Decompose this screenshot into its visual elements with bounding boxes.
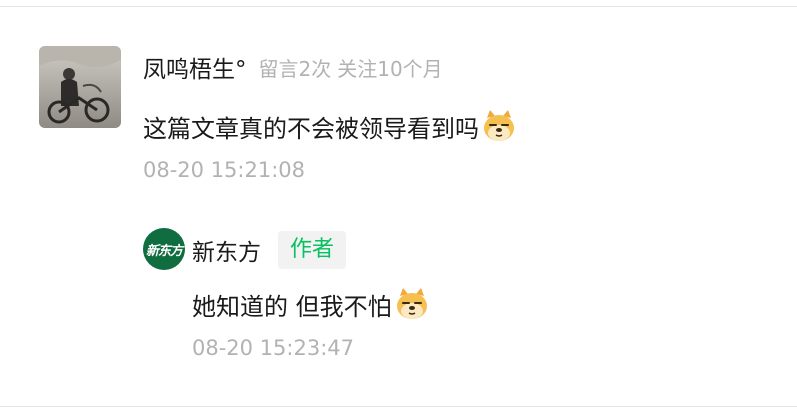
comment-header: 凤鸣梧生° 留言2次 关注10个月 [143,50,443,84]
follow-duration-label: 关注10个月 [337,56,443,81]
author-badge: 作者 [278,231,347,269]
author-name[interactable]: 新东方 [192,233,261,267]
author-avatar[interactable]: 新东方 [143,228,185,270]
reply-text: 她知道的 但我不怕 [192,292,392,321]
author-avatar-logo: 新东方 [145,243,183,259]
reply-timestamp: 08-20 15:23:47 [192,336,355,360]
comment-content: 这篇文章真的不会被领导看到吗 [143,106,517,146]
user-avatar[interactable] [39,46,121,128]
doge-emoji-icon [481,108,517,144]
commenter-nickname[interactable]: 凤鸣梧生° [143,50,247,84]
comment-count-label: 留言2次 [258,56,332,81]
bottom-divider [0,406,797,407]
comment-timestamp: 08-20 15:21:08 [143,158,306,182]
reply-header: 新东方 作者 [192,231,347,269]
comment-text: 这篇文章真的不会被领导看到吗 [143,114,479,143]
reply-content: 她知道的 但我不怕 [192,284,430,324]
avatar-photo-icon [39,46,121,128]
top-divider [0,6,797,7]
commenter-meta: 留言2次 关注10个月 [259,53,443,82]
doge-emoji-icon [394,286,430,322]
